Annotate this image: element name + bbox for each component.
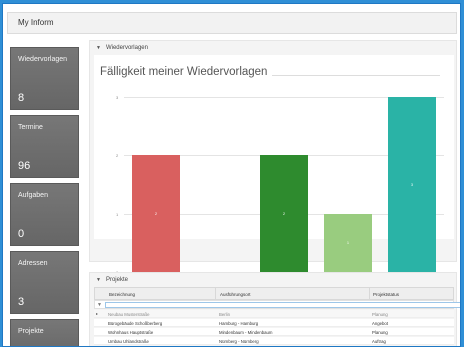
bar-value-label: 2 bbox=[283, 211, 285, 216]
column-header-ausfuehrungsort[interactable]: Ausführungsort bbox=[220, 292, 251, 297]
column-divider[interactable] bbox=[215, 288, 216, 299]
tile-count: 96 bbox=[18, 160, 31, 172]
cell-projektstatus: Planung bbox=[372, 311, 388, 317]
cell-bezeichnung: Bürogebäude Schoßberberg bbox=[108, 320, 163, 326]
collapse-caret-icon[interactable]: ▼ bbox=[96, 277, 101, 283]
window-title: My Inform bbox=[18, 18, 54, 27]
filter-funnel-icon[interactable]: ▼ bbox=[97, 302, 102, 308]
table-row[interactable]: ▸ Neubau Musterstraße Berlin Planung bbox=[94, 310, 454, 318]
bar-value-label: 1 bbox=[347, 240, 349, 245]
app-window: My Inform Wiedervorlagen 8 Termine 96 Au… bbox=[2, 3, 461, 347]
cell-projektstatus: Angebot bbox=[372, 320, 389, 326]
bar-value-label: 2 bbox=[155, 211, 157, 216]
cell-ausfuehrungsort: Hamburg - Hamburg bbox=[219, 320, 259, 326]
cell-bezeichnung: Umbau Uhlandstraße bbox=[108, 338, 149, 344]
tile-label: Termine bbox=[18, 124, 43, 131]
cell-ausfuehrungsort: Nürnberg - Nürnberg bbox=[219, 338, 259, 344]
bar-chart: 32102Vorgestern und älterGestern2Heute1M… bbox=[94, 55, 454, 281]
row-indicator-icon: ▸ bbox=[96, 311, 99, 316]
y-tick-label: 3 bbox=[116, 95, 119, 100]
filter-row: ▼ bbox=[94, 300, 460, 309]
panel-header[interactable]: ▼ Projekte bbox=[96, 277, 128, 283]
tile-wiedervorlagen[interactable]: Wiedervorlagen 8 bbox=[10, 47, 79, 110]
panel-title: Wiedervorlagen bbox=[105, 45, 148, 51]
cell-projektstatus: Auftrag bbox=[372, 338, 386, 344]
column-header-bezeichnung[interactable]: Bezeichnung bbox=[109, 292, 135, 297]
cell-bezeichnung: Wohnhaus Hauptstraße bbox=[108, 329, 154, 335]
cell-bezeichnung: Neubau Musterstraße bbox=[108, 311, 150, 317]
panel-title: Projekte bbox=[105, 277, 128, 283]
tile-count: 0 bbox=[18, 228, 25, 240]
tile-count: 8 bbox=[18, 92, 25, 104]
table-row[interactable]: Wohnhaus Hauptstraße Mindenbaum - Mindenb… bbox=[94, 328, 454, 336]
cell-ausfuehrungsort: Mindenbaum - Mindenbaum bbox=[219, 329, 273, 335]
column-header-projektstatus[interactable]: Projektstatus bbox=[373, 292, 399, 297]
collapse-caret-icon[interactable]: ▼ bbox=[96, 45, 101, 51]
tile-label: Adressen bbox=[18, 260, 48, 267]
tile-aufgaben[interactable]: Aufgaben 0 bbox=[10, 183, 79, 246]
title-bar: My Inform bbox=[7, 12, 457, 34]
cell-ausfuehrungsort: Berlin bbox=[219, 311, 230, 317]
tile-projekte[interactable]: Projekte bbox=[10, 319, 79, 346]
tile-label: Aufgaben bbox=[18, 192, 48, 199]
tile-count: 3 bbox=[18, 296, 25, 308]
cell-projektstatus: Planung bbox=[372, 329, 388, 335]
y-tick-label: 2 bbox=[116, 153, 119, 159]
tile-label: Projekte bbox=[18, 328, 44, 335]
tile-label: Wiedervorlagen bbox=[18, 56, 68, 63]
chart-area: Fälligkeit meiner Wiedervorlagen 32102Vo… bbox=[94, 55, 454, 281]
y-tick-label: 1 bbox=[116, 211, 119, 217]
table-row[interactable]: Bürogebäude Schoßberberg Hamburg - Hambur… bbox=[94, 319, 454, 327]
projekte-panel: ▼ Projekte Bezeichnung Ausführungsort Pro… bbox=[89, 272, 460, 346]
tile-termine[interactable]: Termine 96 bbox=[10, 115, 79, 178]
panel-header[interactable]: ▼ Wiedervorlagen bbox=[96, 45, 148, 51]
bar-value-label: 3 bbox=[411, 182, 413, 187]
wiedervorlagen-panel: ▼ Wiedervorlagen Fälligkeit meiner Wieder… bbox=[89, 40, 457, 281]
filter-input[interactable] bbox=[105, 302, 460, 308]
grid-header-row: Bezeichnung Ausführungsort Projektstatus bbox=[94, 287, 454, 300]
tile-adressen[interactable]: Adressen 3 bbox=[10, 251, 79, 314]
column-divider[interactable] bbox=[369, 288, 370, 299]
table-row[interactable]: Umbau Uhlandstraße Nürnberg - Nürnberg Auf… bbox=[94, 337, 454, 345]
